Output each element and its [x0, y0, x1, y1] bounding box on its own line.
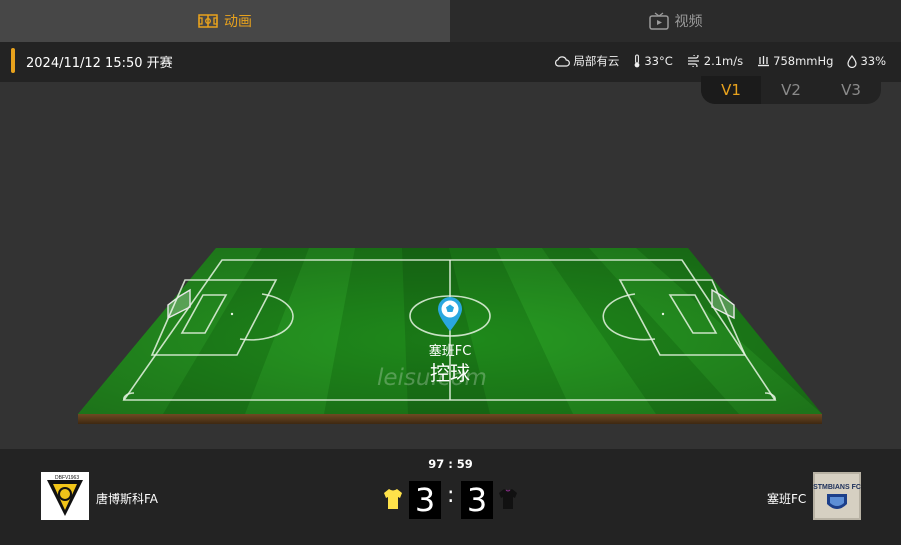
home-kit-icon [384, 489, 402, 509]
humidity: 33% [847, 54, 886, 68]
match-timer: 97 : 59 [428, 457, 473, 471]
thermometer-icon [634, 54, 640, 68]
temperature-value: 33°C [644, 54, 673, 68]
home-team-name: 唐博斯科FA [96, 492, 159, 506]
top-tabs: 动画 视频 [0, 0, 901, 42]
kickoff-datetime: 2024/11/12 15:50 开赛 [26, 56, 173, 71]
ball-marker-icon [438, 297, 462, 331]
weather-info: 局部有云 33°C 2.1m/s 758mmHg 33% [554, 53, 886, 69]
view-option-v2[interactable]: V2 [761, 76, 821, 104]
scoreboard: DBFV 1963 唐博斯科FA 97 : 59 3 : 3 塞班FC STMB… [0, 449, 901, 545]
home-team-badge: DBFV 1963 [41, 472, 89, 520]
tab-video[interactable]: 视频 [450, 0, 901, 42]
temperature: 33°C [633, 54, 673, 68]
view-option-v3[interactable]: V3 [821, 76, 881, 104]
home-badge-text-right: 1963 [68, 475, 79, 481]
home-badge-text-left: DBFV [55, 475, 69, 481]
animation-area: 塞班FC 控球 leisu.com [0, 82, 901, 449]
tv-icon [648, 12, 669, 30]
weather-condition-value: 局部有云 [573, 54, 620, 68]
away-kit-icon [499, 489, 517, 509]
home-score: 3 [409, 481, 441, 519]
away-badge-text: STMBIANS FC [813, 484, 861, 491]
watermark: leisu.com [377, 365, 487, 391]
tab-animation-label: 动画 [224, 14, 252, 30]
air-pressure: 758mmHg [757, 54, 833, 68]
air-pressure-value: 758mmHg [773, 54, 834, 68]
wind-speed: 2.1m/s [687, 54, 743, 68]
pitch-3d [78, 248, 822, 424]
tab-video-label: 视频 [674, 14, 703, 30]
pitch-icon [198, 14, 218, 28]
weather-condition: 局部有云 [554, 53, 619, 69]
wind-speed-value: 2.1m/s [703, 54, 744, 68]
cloud-icon [555, 55, 571, 67]
humidity-value: 33% [860, 54, 886, 68]
humidity-icon [847, 54, 858, 68]
pressure-icon [758, 56, 770, 67]
away-team-name: 塞班FC [767, 492, 807, 506]
wind-icon [687, 55, 699, 67]
away-score: 3 [461, 481, 493, 519]
score-separator: : [447, 483, 455, 508]
view-switcher: V1 V2 V3 [701, 76, 881, 104]
accent-bar [11, 48, 15, 73]
away-team-badge: STMBIANS FC [813, 472, 861, 520]
view-option-v1[interactable]: V1 [701, 76, 761, 104]
tab-animation[interactable]: 动画 [0, 0, 450, 42]
